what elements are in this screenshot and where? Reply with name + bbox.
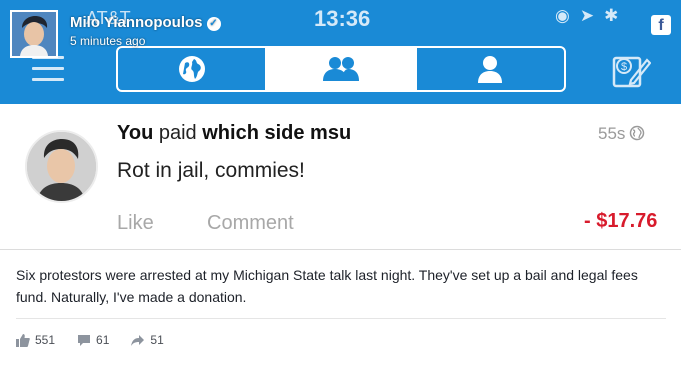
status-clock: 13:36 [314, 6, 371, 31]
facebook-logo-icon: f [651, 15, 671, 35]
public-globe-icon [630, 125, 645, 141]
share-arrow-icon [131, 334, 145, 346]
facebook-post-header: Milo Yiannopoulos ✓ 5 minutes ago [8, 8, 221, 60]
author-avatar[interactable] [10, 10, 58, 58]
tab-personal[interactable] [414, 48, 564, 90]
comment-bubble-icon [78, 334, 91, 346]
lock-rotation-icon: ◉ [555, 6, 570, 25]
verified-badge-icon: ✓ [206, 17, 221, 31]
svg-text:$: $ [621, 61, 627, 73]
post-divider [16, 318, 666, 319]
transaction-elapsed: 55s [598, 124, 645, 144]
tab-friends[interactable] [265, 48, 415, 90]
bluetooth-icon: ✱ [604, 6, 619, 25]
transaction-amount: - $17.76 [584, 210, 658, 232]
post-body-text: Six protestors were arrested at my Michi… [16, 267, 638, 305]
like-button[interactable]: Like [117, 212, 154, 235]
payer-avatar[interactable] [25, 130, 98, 203]
status-icons: ◉ ➤ ✱ [555, 6, 618, 26]
venmo-transaction-card: You paid which side msu Rot in jail, com… [0, 104, 681, 250]
shares-count[interactable]: 51 [131, 333, 164, 347]
venmo-top-bar: AT&T 13:36 ◉ ➤ ✱ $ Milo Yiannopoulos ✓ 5… [0, 0, 681, 104]
transaction-summary: You paid which side msu [117, 122, 352, 144]
pay-or-request-icon[interactable]: $ [611, 52, 651, 90]
post-timestamp[interactable]: 5 minutes ago [70, 34, 145, 48]
likes-count[interactable]: 551 [16, 333, 55, 347]
person-icon [478, 56, 503, 83]
author-name[interactable]: Milo Yiannopoulos ✓ [70, 14, 221, 31]
transaction-note: Rot in jail, commies! [117, 159, 305, 182]
comment-button[interactable]: Comment [207, 212, 294, 235]
thumbs-up-icon [16, 333, 30, 347]
friends-icon [322, 57, 359, 81]
comments-count[interactable]: 61 [77, 333, 109, 347]
post-engagement-bar: 551 61 51 [16, 333, 186, 347]
location-icon: ➤ [579, 6, 595, 25]
